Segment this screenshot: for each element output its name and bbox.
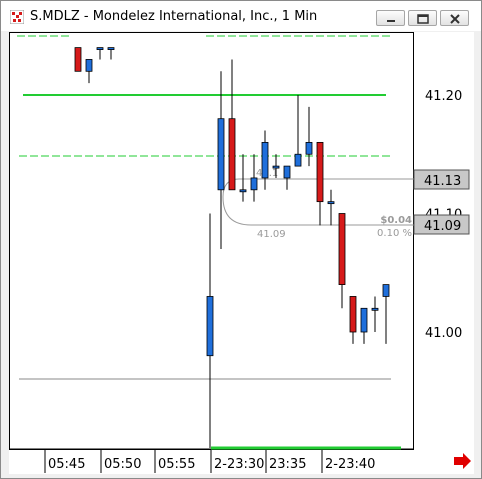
candle-body: [228, 118, 236, 191]
candle-body: [283, 165, 291, 179]
candle-body: [338, 213, 346, 285]
time-tick-label: 2-23:40: [325, 457, 375, 472]
last-price-tag: 41.13: [413, 169, 470, 190]
candle-body: [85, 59, 93, 72]
time-tick-label: 2-23:30: [214, 457, 264, 472]
candle-body: [305, 141, 313, 155]
measure-percent-label: 0.10 %: [377, 228, 412, 239]
candlestick-chart[interactable]: 41.141.09$0.040.10 % 41.2041.1041.0041.1…: [1, 1, 481, 478]
measure-price-label: 41.09: [257, 229, 286, 240]
candle-body: [96, 47, 104, 50]
candle-body: [250, 177, 258, 191]
candle-body: [316, 141, 324, 203]
chart-window: S.MDLZ - Mondelez International, Inc., 1…: [0, 0, 482, 479]
candle-body: [371, 307, 379, 311]
candle-body: [294, 153, 302, 167]
candle: [74, 47, 82, 72]
candle-body: [74, 47, 82, 72]
candle-body: [206, 296, 214, 357]
time-tick-label: 05:45: [48, 457, 85, 472]
candle-body: [360, 307, 368, 333]
time-tick-label: 23:35: [269, 457, 306, 472]
price-tick-label: 41.20: [425, 89, 462, 104]
measure-change-label: $0.04: [380, 215, 412, 226]
time-tick-label: 05:50: [104, 457, 141, 472]
candle-body: [261, 141, 269, 179]
price-tick-label: 41.00: [425, 326, 462, 341]
candle-body: [239, 189, 247, 193]
candle-body: [217, 118, 225, 191]
candle-body: [107, 47, 115, 50]
candle-body: [272, 165, 280, 169]
candle-body: [349, 296, 357, 333]
time-tick-label: 05:55: [158, 457, 195, 472]
candle-body: [327, 201, 335, 205]
candle-body: [382, 284, 390, 297]
other-price-tag: 41.09: [413, 214, 470, 235]
other-price-tag-text: 41.09: [424, 219, 461, 234]
last-price-tag-text: 41.13: [424, 174, 461, 189]
